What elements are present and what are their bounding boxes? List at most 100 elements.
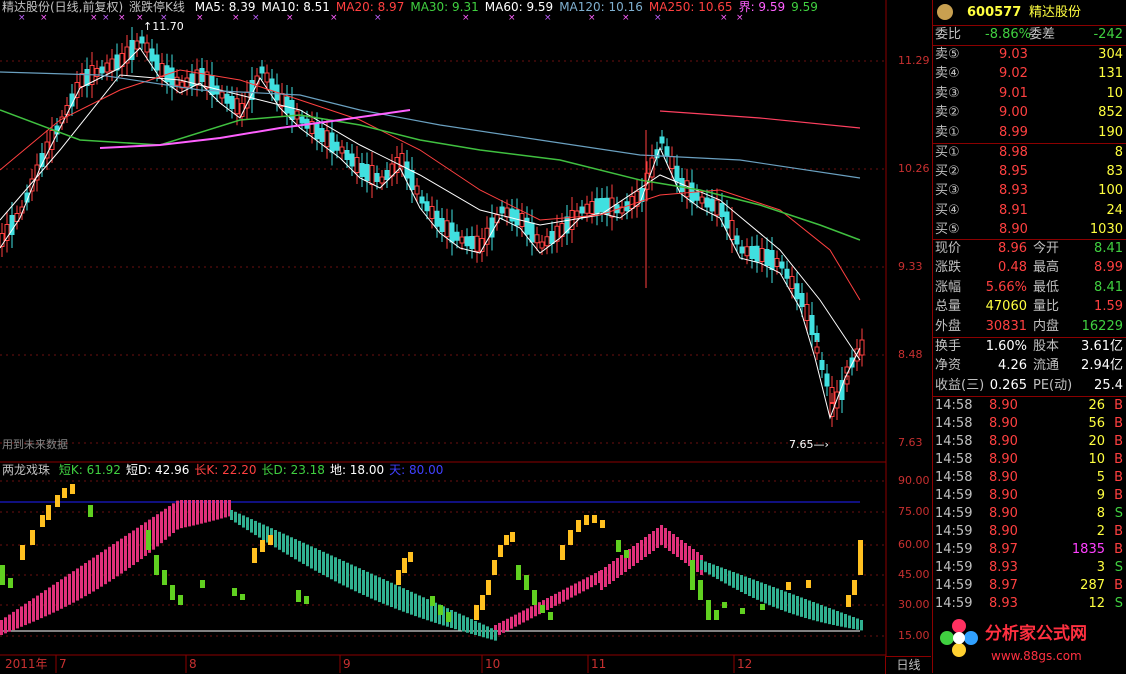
oscillator-axis-label: 75.00 [898, 505, 930, 518]
candle-body [174, 76, 180, 86]
oscillator-axis-label: 45.00 [898, 568, 930, 581]
short-kd-block [268, 535, 273, 545]
candle-body [154, 54, 160, 71]
period-tab-daily[interactable]: 日线 [885, 656, 931, 674]
candle-body [74, 82, 80, 98]
short-kd-block [852, 580, 857, 595]
candle-body [134, 40, 140, 50]
time-axis-label: 10 [485, 657, 501, 671]
short-kd-block [584, 515, 589, 525]
short-kd-block [532, 590, 537, 605]
candle-body [764, 249, 770, 266]
oscillator-bar [530, 606, 533, 619]
short-kd-block [616, 540, 621, 552]
short-kd-block [592, 515, 597, 523]
candle-body [264, 72, 270, 83]
oscillator-bar [358, 568, 361, 594]
candle-body [454, 231, 460, 241]
oscillator-name: 两龙戏珠 [2, 463, 51, 477]
short-kd-block [8, 578, 13, 588]
candle-body [734, 235, 740, 245]
short-kd-block [162, 570, 167, 585]
short-kd-block [252, 548, 257, 563]
oscillator-bar [558, 591, 561, 604]
candle-body [329, 132, 335, 153]
oscillator-bar [216, 500, 219, 520]
candle-body [579, 206, 585, 214]
oscillator-bar [768, 585, 771, 606]
signal-marker: × [102, 13, 110, 23]
oscillator-bar [664, 528, 667, 548]
signal-marker: × [90, 13, 98, 23]
candle-body [254, 75, 260, 85]
oscillator-bar [24, 603, 27, 626]
oscillator-bar [586, 577, 589, 590]
price-axis-label: 10.26 [898, 162, 930, 175]
candle-body [804, 304, 810, 321]
oscillator-value: 地: 18.00 [329, 463, 385, 477]
candle-body [784, 268, 790, 279]
chart-area[interactable]: 精达股份(日线,前复权) 涨跌停K线 MA5: 8.39 MA10: 8.51 MA… [0, 0, 932, 674]
short-kd-block [548, 612, 553, 620]
oscillator-bar [64, 576, 67, 607]
tick-row: 14:59 8.90 2 B [935, 524, 1123, 539]
oscillator-bar [668, 531, 671, 551]
tick-row: 14:58 8.90 20 B [935, 434, 1123, 449]
oscillator-bar [466, 617, 469, 633]
oscillator-bar [498, 622, 501, 635]
oscillator-bar [776, 588, 779, 609]
oscillator-bar [644, 537, 647, 557]
oscillator-bar [486, 626, 489, 639]
oscillator-bar [12, 611, 15, 631]
oscillator-bar [636, 543, 639, 563]
short-kd-block [154, 555, 159, 575]
short-kd-block [296, 590, 301, 602]
short-kd-block [524, 575, 529, 590]
candle-body [169, 67, 175, 88]
buy-row: 买③ 8.93 100 [935, 183, 1123, 199]
sell-row: 卖④ 9.02 131 [935, 66, 1123, 82]
time-axis-label: 7 [59, 657, 67, 671]
candle-body [459, 236, 465, 244]
oscillator-bar [318, 550, 321, 573]
short-kd-block [760, 604, 765, 610]
candle-body [429, 206, 435, 219]
candle-body [819, 360, 825, 370]
candle-body [144, 42, 150, 53]
short-kd-block [486, 580, 491, 595]
short-kd-block [240, 594, 245, 600]
candle-body [104, 62, 110, 73]
oscillator-bar [192, 500, 195, 526]
short-kd-block [706, 600, 711, 620]
signal-marker: × [374, 13, 382, 23]
oscillator-bar [378, 577, 381, 603]
signal-marker: × [118, 13, 126, 23]
oscillator-bar [346, 562, 349, 588]
time-axis-label: 8 [189, 657, 197, 671]
oscillator-bar [828, 608, 831, 625]
short-kd-block [62, 488, 67, 498]
candle-body [664, 146, 670, 157]
short-kd-block [722, 602, 727, 608]
oscillator-bar [84, 563, 87, 597]
oscillator-bar [200, 500, 203, 524]
oscillator-bar [522, 610, 525, 623]
candle-body [599, 198, 605, 212]
oscillator-bar [604, 567, 607, 587]
oscillator-bar [394, 584, 397, 609]
time-axis-label: 9 [343, 657, 351, 671]
oscillator-bar [470, 619, 473, 634]
short-kd-block [170, 585, 175, 600]
oscillator-bar [594, 573, 597, 586]
oscillator-bar [704, 561, 707, 573]
oscillator-bar [172, 503, 175, 534]
low-price-label: 7.65—› [789, 438, 829, 451]
short-kd-block [260, 540, 265, 552]
oscillator-bar [708, 563, 711, 575]
signal-marker: × [508, 13, 516, 23]
candle-body [824, 373, 830, 387]
signal-marker: × [232, 13, 240, 23]
oscillator-bar [612, 561, 615, 581]
oscillator-bar [736, 573, 739, 590]
oscillator-bar [278, 531, 281, 550]
